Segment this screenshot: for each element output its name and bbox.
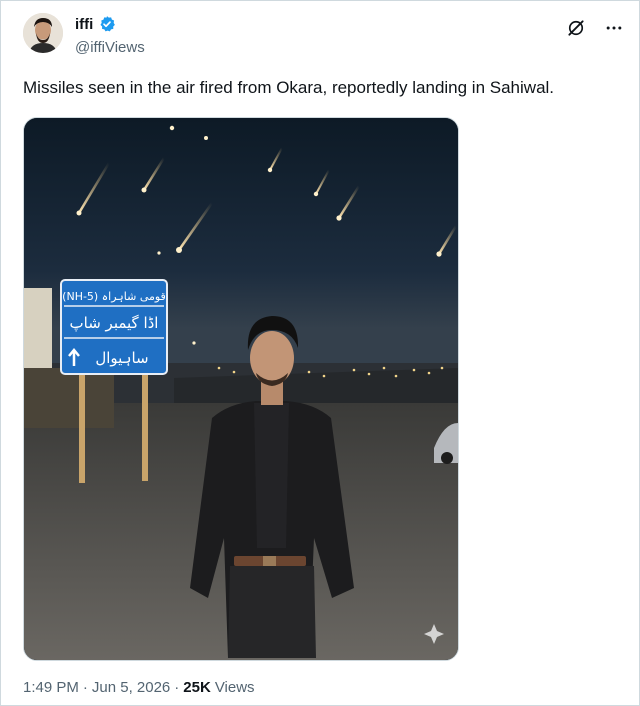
tweet-meta: 1:49 PM · Jun 5, 2026 · 25K Views: [23, 679, 255, 696]
verified-badge-icon: [98, 15, 116, 33]
tweet-date[interactable]: Jun 5, 2026: [92, 679, 170, 696]
tweet-text: Missiles seen in the air fired from Okar…: [23, 78, 555, 97]
author-avatar[interactable]: [23, 13, 63, 53]
tweet-card: iffi @iffiViews Missiles seen in the air…: [0, 0, 640, 706]
tweet-time[interactable]: 1:49 PM: [23, 679, 79, 696]
sign-line-2: اڈا گیمبر شاپ: [70, 314, 159, 332]
meta-separator: ·: [82, 679, 88, 696]
sign-line-1: (NH-5) قومی شاہراہ: [62, 290, 166, 303]
meta-separator: ·: [174, 679, 180, 696]
tweet-photo[interactable]: (NH-5) قومی شاہراہ اڈا گیمبر شاپ ساہیوال: [23, 117, 459, 661]
author-display-name[interactable]: iffi: [75, 16, 93, 33]
views-count[interactable]: 25K: [183, 679, 211, 696]
more-icon[interactable]: [603, 17, 625, 39]
author-handle[interactable]: @iffiViews: [75, 39, 145, 56]
road-sign: (NH-5) قومی شاہراہ اڈا گیمبر شاپ ساہیوال: [60, 279, 168, 375]
views-label[interactable]: Views: [215, 679, 255, 696]
grok-icon[interactable]: [565, 17, 587, 39]
sign-line-3: ساہیوال: [95, 349, 148, 367]
